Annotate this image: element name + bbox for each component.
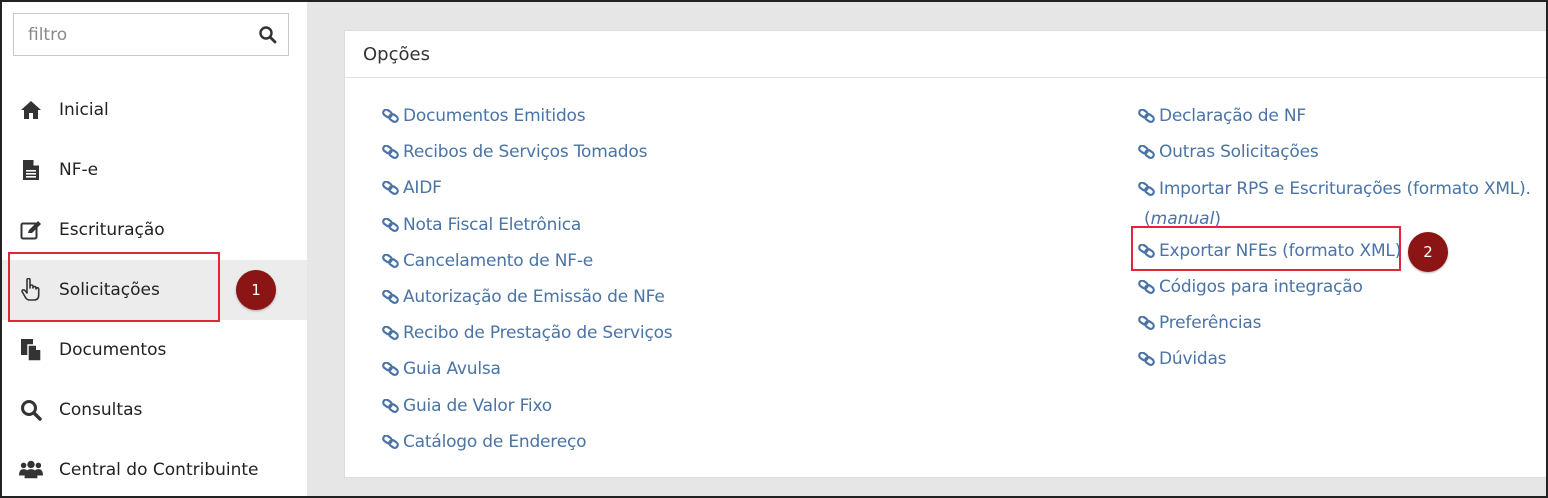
step-badge-2: 2 [1408, 232, 1448, 272]
link-label: Nota Fiscal Eletrônica [403, 214, 582, 235]
link-icon [382, 362, 399, 377]
link-icon [1138, 182, 1155, 196]
link-icon [382, 253, 399, 268]
link-guia-de-valor-fixo[interactable]: Guia de Valor Fixo [382, 396, 552, 416]
link-icon [1138, 109, 1155, 123]
link-aidf[interactable]: AIDF [382, 178, 442, 198]
link-icon [1138, 316, 1155, 330]
link-icon [382, 145, 399, 160]
link-icon [1138, 352, 1155, 366]
link-recibos-de-servicos-tomados[interactable]: Recibos de Serviços Tomados [382, 142, 647, 162]
sidebar-item-central-do-contribuinte[interactable]: Central do Contribuinte [2, 440, 307, 498]
sidebar-item-escrituracao[interactable]: Escrituração [2, 200, 307, 260]
link-documentos-emitidos[interactable]: Documentos Emitidos [382, 106, 586, 126]
link-label: Importar RPS e Escriturações (formato XM… [1159, 179, 1531, 199]
search-box [13, 13, 289, 56]
link-declaracao-de-nf[interactable]: Declaração de NF [1138, 106, 1306, 126]
link-label: Cancelamento de NF-e [403, 250, 594, 271]
link-label: Declaração de NF [1159, 106, 1306, 126]
panel-header: Opções [345, 31, 1548, 78]
link-nota-fiscal-eletronica[interactable]: Nota Fiscal Eletrônica [382, 215, 581, 235]
link-preferencias[interactable]: Preferências [1138, 313, 1261, 333]
link-autorizacao-de-emissao-de-nfe[interactable]: Autorização de Emissão de NFe [382, 287, 665, 307]
sidebar-item-label: Escrituração [59, 220, 165, 240]
link-label: Recibo de Prestação de Serviços [403, 323, 673, 344]
link-label: Autorização de Emissão de NFe [403, 287, 665, 307]
link-icon [382, 290, 399, 304]
link-icon [382, 109, 399, 123]
link-label: Códigos para integração [1159, 277, 1363, 297]
link-label: Documentos Emitidos [403, 106, 586, 126]
link-icon [382, 217, 399, 232]
link-label: Catálogo de Endereço [403, 431, 587, 452]
sidebar: Inicial NF-e Escrituração [2, 2, 307, 496]
link-label: Recibos de Serviços Tomados [403, 142, 648, 163]
link-label: Outras Solicitações [1159, 142, 1319, 162]
document-icon [19, 158, 43, 182]
link-recibo-de-prestacao-de-servicos[interactable]: Recibo de Prestação de Serviços [382, 323, 673, 344]
link-icon [1138, 280, 1155, 294]
search-input[interactable] [14, 14, 244, 55]
sidebar-item-consultas[interactable]: Consultas [2, 380, 307, 440]
home-icon [19, 98, 43, 122]
solicitacoes-highlight-box [8, 252, 220, 322]
step-badge-1: 1 [236, 270, 276, 310]
users-icon [19, 458, 43, 482]
options-panel: Opções Documentos Emitidos Recibos de Ser… [344, 30, 1548, 478]
link-icon [382, 181, 399, 196]
search-icon[interactable] [258, 25, 278, 45]
link-catalogo-de-endereco[interactable]: Catálogo de Endereço [382, 431, 587, 452]
link-label: AIDF [403, 178, 442, 199]
magnifier-icon [19, 398, 43, 422]
link-outras-solicitacoes[interactable]: Outras Solicitações [1138, 142, 1319, 162]
sidebar-item-documentos[interactable]: Documentos [2, 320, 307, 380]
link-duvidas[interactable]: Dúvidas [1138, 349, 1227, 369]
link-label: Guia de Valor Fixo [403, 395, 552, 416]
link-icon [1138, 145, 1155, 159]
link-icon [382, 398, 399, 413]
sidebar-item-nfe[interactable]: NF-e [2, 140, 307, 200]
link-cancelamento-de-nf-e[interactable]: Cancelamento de NF-e [382, 251, 593, 271]
edit-icon [19, 218, 43, 242]
link-icon [382, 326, 399, 341]
link-codigos-para-integracao[interactable]: Códigos para integração [1138, 277, 1363, 297]
exportar-highlight-box [1131, 226, 1401, 271]
link-importar-rps-e-escrituracoes-formato-xml[interactable]: Importar RPS e Escriturações (formato XM… [1138, 179, 1531, 199]
link-icon [382, 434, 399, 449]
link-label: Dúvidas [1159, 349, 1227, 369]
panel-title: Opções [363, 44, 430, 65]
sidebar-item-label: Documentos [59, 340, 167, 360]
sidebar-item-label: Inicial [59, 100, 109, 120]
sidebar-item-label: Consultas [59, 400, 143, 420]
link-label: Guia Avulsa [403, 359, 501, 380]
sidebar-item-label: Central do Contribuinte [59, 460, 259, 480]
sidebar-item-inicial[interactable]: Inicial [2, 80, 307, 140]
copy-icon [19, 338, 43, 362]
link-label: Preferências [1159, 313, 1262, 333]
link-guia-avulsa[interactable]: Guia Avulsa [382, 359, 501, 379]
sidebar-item-label: NF-e [59, 160, 99, 180]
